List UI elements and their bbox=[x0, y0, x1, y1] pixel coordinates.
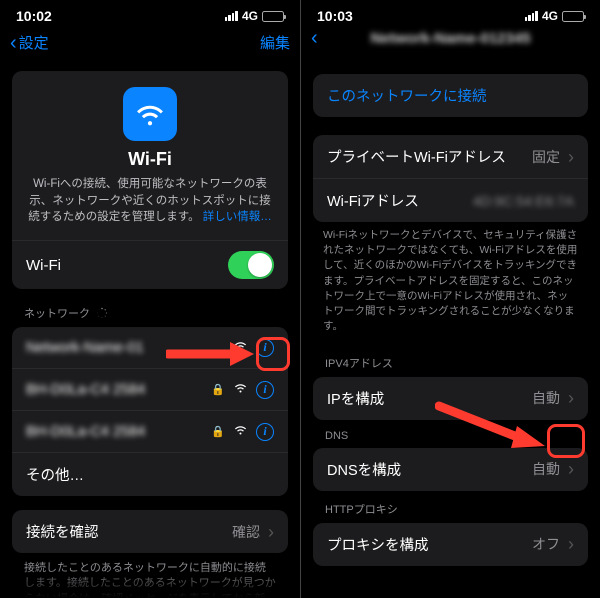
wifi-address-label: Wi-Fiアドレス bbox=[327, 190, 465, 211]
configure-dns-label: DNSを構成 bbox=[327, 459, 524, 480]
chevron-right-icon: › bbox=[268, 523, 274, 541]
configure-proxy-row[interactable]: プロキシを構成 オフ › bbox=[313, 523, 588, 566]
private-address-value: 固定 bbox=[532, 147, 560, 167]
chevron-right-icon: › bbox=[568, 460, 574, 478]
proxy-header: HTTPプロキシ bbox=[301, 491, 600, 523]
address-list: プライベートWi-Fiアドレス 固定 › Wi-Fiアドレス 4D:9C:54:… bbox=[313, 135, 588, 222]
status-time: 10:02 bbox=[16, 8, 52, 24]
chevron-right-icon: › bbox=[568, 148, 574, 166]
carrier-label: 4G bbox=[242, 9, 258, 23]
lock-icon: 🔒 bbox=[211, 425, 225, 438]
wifi-switch[interactable] bbox=[228, 251, 274, 279]
wifi-signal-icon bbox=[233, 422, 248, 441]
connect-row[interactable]: このネットワークに接続 bbox=[313, 74, 588, 117]
wifi-app-icon bbox=[123, 87, 177, 141]
signal-icon bbox=[225, 11, 238, 21]
configure-dns-row[interactable]: DNSを構成 自動 › bbox=[313, 448, 588, 491]
ipv4-header: IPV4アドレス bbox=[301, 345, 600, 377]
hero-description: Wi-Fiへの接続、使用可能なネットワークの表示、ネットワークや近くのホットスポ… bbox=[26, 176, 274, 226]
back-button[interactable]: ‹ bbox=[311, 28, 320, 48]
ipv4-list: IPを構成 自動 › bbox=[313, 377, 588, 420]
edit-button[interactable]: 編集 bbox=[260, 32, 290, 53]
connect-label: このネットワークに接続 bbox=[327, 85, 574, 106]
learn-more-link[interactable]: 詳しい情報… bbox=[203, 211, 272, 223]
configure-ip-row[interactable]: IPを構成 自動 › bbox=[313, 377, 588, 420]
proxy-list: プロキシを構成 オフ › bbox=[313, 523, 588, 566]
right-screenshot: 10:03 4G ‹ Network-Name-012345 このネットワークに… bbox=[300, 0, 600, 598]
nav-bar: ‹ Network-Name-012345 bbox=[301, 26, 600, 54]
networks-header: ネットワーク bbox=[0, 289, 300, 327]
private-address-row[interactable]: プライベートWi-Fiアドレス 固定 › bbox=[313, 135, 588, 179]
network-name: BH-D0La-C4 2584 bbox=[26, 382, 203, 398]
info-icon[interactable]: i bbox=[256, 423, 274, 441]
ask-to-join-row[interactable]: 接続を確認 確認 › bbox=[12, 510, 288, 553]
configure-dns-value: 自動 bbox=[532, 459, 560, 479]
connect-list: このネットワークに接続 bbox=[313, 74, 588, 117]
status-right: 4G bbox=[525, 9, 584, 23]
ask-to-join-value: 確認 bbox=[232, 522, 260, 542]
dns-header: DNS bbox=[301, 420, 600, 448]
wifi-address-row: Wi-Fiアドレス 4D:9C:54:E6:7A bbox=[313, 179, 588, 222]
chevron-left-icon: ‹ bbox=[311, 28, 318, 48]
ask-to-join-label: 接続を確認 bbox=[26, 521, 224, 542]
private-address-label: プライベートWi-Fiアドレス bbox=[327, 146, 524, 167]
network-row[interactable]: BH-D0La-C4 2584 🔒 i bbox=[12, 411, 288, 453]
spinner-icon bbox=[96, 307, 108, 319]
carrier-label: 4G bbox=[542, 9, 558, 23]
battery-icon bbox=[262, 11, 284, 22]
network-row[interactable]: BH-D0La-C4 2584 🔒 i bbox=[12, 369, 288, 411]
status-right: 4G bbox=[225, 9, 284, 23]
networks-list: Network-Name-01 i BH-D0La-C4 2584 🔒 i BH… bbox=[12, 327, 288, 496]
status-time: 10:03 bbox=[317, 8, 353, 24]
other-label: その他… bbox=[26, 464, 274, 485]
battery-icon bbox=[562, 11, 584, 22]
private-address-footer: Wi-Fiネットワークとデバイスで、セキュリティ保護されたネットワークではなくて… bbox=[301, 222, 600, 345]
configure-ip-label: IPを構成 bbox=[327, 388, 524, 409]
lock-icon: 🔒 bbox=[211, 383, 225, 396]
back-label: 設定 bbox=[19, 32, 49, 53]
wifi-signal-icon bbox=[233, 380, 248, 399]
chevron-right-icon: › bbox=[568, 535, 574, 553]
left-screenshot: 10:02 4G ‹ 設定 編集 Wi-Fi Wi-Fiへの接続、使用可能なネッ… bbox=[0, 0, 300, 598]
wifi-address-value: 4D:9C:54:E6:7A bbox=[473, 193, 574, 209]
info-icon[interactable]: i bbox=[256, 339, 274, 357]
network-name: Network-Name-01 bbox=[26, 340, 225, 356]
hero-title: Wi-Fi bbox=[26, 149, 274, 170]
wifi-signal-icon bbox=[233, 338, 248, 357]
chevron-left-icon: ‹ bbox=[10, 33, 17, 53]
status-bar: 10:02 4G bbox=[0, 0, 300, 26]
footer-note: 接続したことのあるネットワークに自動的に接続します。接続したことのあるネットワー… bbox=[0, 553, 300, 598]
nav-bar: ‹ 設定 編集 bbox=[0, 26, 300, 63]
configure-proxy-label: プロキシを構成 bbox=[327, 534, 524, 555]
wifi-toggle-label: Wi-Fi bbox=[26, 257, 61, 274]
network-name: BH-D0La-C4 2584 bbox=[26, 424, 203, 440]
configure-proxy-value: オフ bbox=[532, 534, 560, 554]
dns-list: DNSを構成 自動 › bbox=[313, 448, 588, 491]
back-button[interactable]: ‹ 設定 bbox=[10, 32, 49, 53]
status-bar: 10:03 4G bbox=[301, 0, 600, 26]
other-networks-row[interactable]: その他… bbox=[12, 453, 288, 496]
wifi-hero-card: Wi-Fi Wi-Fiへの接続、使用可能なネットワークの表示、ネットワークや近く… bbox=[12, 71, 288, 289]
signal-icon bbox=[525, 11, 538, 21]
chevron-right-icon: › bbox=[568, 389, 574, 407]
wifi-toggle-row[interactable]: Wi-Fi bbox=[12, 240, 288, 289]
page-title: Network-Name-012345 bbox=[301, 30, 600, 47]
ask-to-join-list: 接続を確認 確認 › bbox=[12, 510, 288, 553]
info-icon[interactable]: i bbox=[256, 381, 274, 399]
network-row[interactable]: Network-Name-01 i bbox=[12, 327, 288, 369]
configure-ip-value: 自動 bbox=[532, 388, 560, 408]
